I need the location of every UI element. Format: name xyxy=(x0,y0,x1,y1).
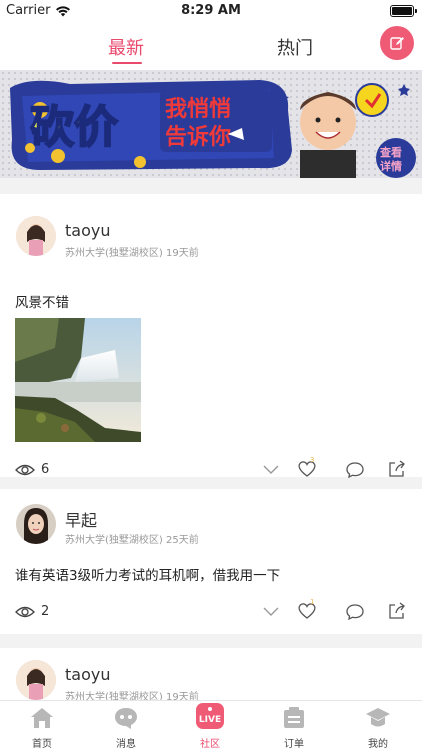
banner-artwork: 砍价 我悄悄 告诉你 查看 详情 xyxy=(0,70,422,178)
share-icon xyxy=(389,460,405,477)
comment-icon xyxy=(346,604,364,621)
post-username[interactable]: 早起 xyxy=(65,507,97,531)
tab-home[interactable]: 首页 xyxy=(12,705,72,750)
compose-button[interactable] xyxy=(380,26,414,60)
post-school: 苏州大学(独墅湖校区) xyxy=(65,535,163,546)
share-icon xyxy=(389,602,405,619)
avatar[interactable] xyxy=(16,660,56,700)
bottom-tab-bar: 首页 消息 LIVE 社区 订单 我的 xyxy=(0,700,422,750)
promo-banner[interactable]: 砍价 我悄悄 告诉你 查看 详情 xyxy=(0,70,422,178)
svg-text:LIVE: LIVE xyxy=(199,715,221,725)
post-username[interactable]: taoyu xyxy=(65,221,110,240)
tab-community[interactable]: LIVE 社区 xyxy=(180,703,240,750)
comment-button[interactable] xyxy=(344,459,366,481)
edit-icon xyxy=(390,37,404,50)
battery-icon xyxy=(390,5,417,17)
tab-hot[interactable]: 热门 xyxy=(277,34,313,60)
tab-orders-label: 订单 xyxy=(284,739,304,750)
view-count-value: 2 xyxy=(41,604,50,619)
view-count: 6 xyxy=(15,462,49,477)
comment-icon xyxy=(346,462,364,479)
comment-button[interactable] xyxy=(344,601,366,623)
post-image[interactable] xyxy=(15,318,141,442)
svg-text:告诉你: 告诉你 xyxy=(165,124,231,150)
like-button[interactable]: 3 xyxy=(296,456,318,480)
post-meta: 苏州大学(独墅湖校区) 25天前 xyxy=(65,531,199,546)
post-content: 风景不错 xyxy=(15,295,69,311)
chevron-down-icon xyxy=(263,465,279,474)
tab-messages[interactable]: 消息 xyxy=(96,705,156,750)
post-card[interactable]: taoyu 苏州大学(独墅湖校区) 19天前 风景不错 6 3 xyxy=(0,194,422,480)
avatar[interactable] xyxy=(16,216,56,256)
chevron-down-icon xyxy=(263,607,279,616)
post-school: 苏州大学(独墅湖校区) xyxy=(65,248,163,259)
avatar[interactable] xyxy=(16,504,56,544)
tab-messages-label: 消息 xyxy=(116,739,136,750)
clock: 8:29 AM xyxy=(181,3,241,18)
svg-text:详情: 详情 xyxy=(380,159,402,173)
message-icon xyxy=(115,708,137,729)
svg-text:查看: 查看 xyxy=(380,145,402,159)
live-icon: LIVE xyxy=(196,703,224,729)
tab-orders[interactable]: 订单 xyxy=(264,705,324,750)
post-card[interactable]: 早起 苏州大学(独墅湖校区) 25天前 谁有英语3级听力考试的耳机啊，借我用一下… xyxy=(0,489,422,634)
share-button[interactable] xyxy=(386,600,408,622)
eye-icon xyxy=(15,606,35,617)
profile-icon xyxy=(366,708,390,727)
top-nav: 最新 热门 xyxy=(0,22,422,70)
order-icon xyxy=(284,707,304,728)
tab-profile-label: 我的 xyxy=(368,739,388,750)
like-button[interactable]: 1 xyxy=(296,598,318,622)
like-count: 1 xyxy=(310,598,315,606)
post-time: 25天前 xyxy=(166,535,199,546)
svg-text:我悄悄: 我悄悄 xyxy=(165,97,231,122)
status-bar: Carrier 8:29 AM xyxy=(0,0,422,22)
expand-button[interactable] xyxy=(260,459,282,481)
post-meta: 苏州大学(独墅湖校区) 19天前 xyxy=(65,244,199,259)
share-button[interactable] xyxy=(386,458,408,480)
view-count-value: 6 xyxy=(41,462,50,477)
post-content: 谁有英语3级听力考试的耳机啊，借我用一下 xyxy=(15,568,281,584)
view-count: 2 xyxy=(15,604,49,619)
eye-icon xyxy=(15,464,35,475)
banner-title-left: 砍价 xyxy=(30,102,118,153)
tab-latest[interactable]: 最新 xyxy=(108,34,144,60)
post-time: 19天前 xyxy=(166,248,199,259)
expand-button[interactable] xyxy=(260,601,282,623)
post-username[interactable]: taoyu xyxy=(65,665,110,684)
like-count: 3 xyxy=(310,456,315,464)
tab-profile[interactable]: 我的 xyxy=(348,705,408,750)
tab-home-label: 首页 xyxy=(32,739,52,750)
tab-indicator xyxy=(112,62,142,64)
post-card[interactable]: taoyu 苏州大学(独墅湖校区) 19天前 xyxy=(0,648,422,708)
home-icon xyxy=(31,708,53,728)
tab-community-label: 社区 xyxy=(200,739,220,750)
